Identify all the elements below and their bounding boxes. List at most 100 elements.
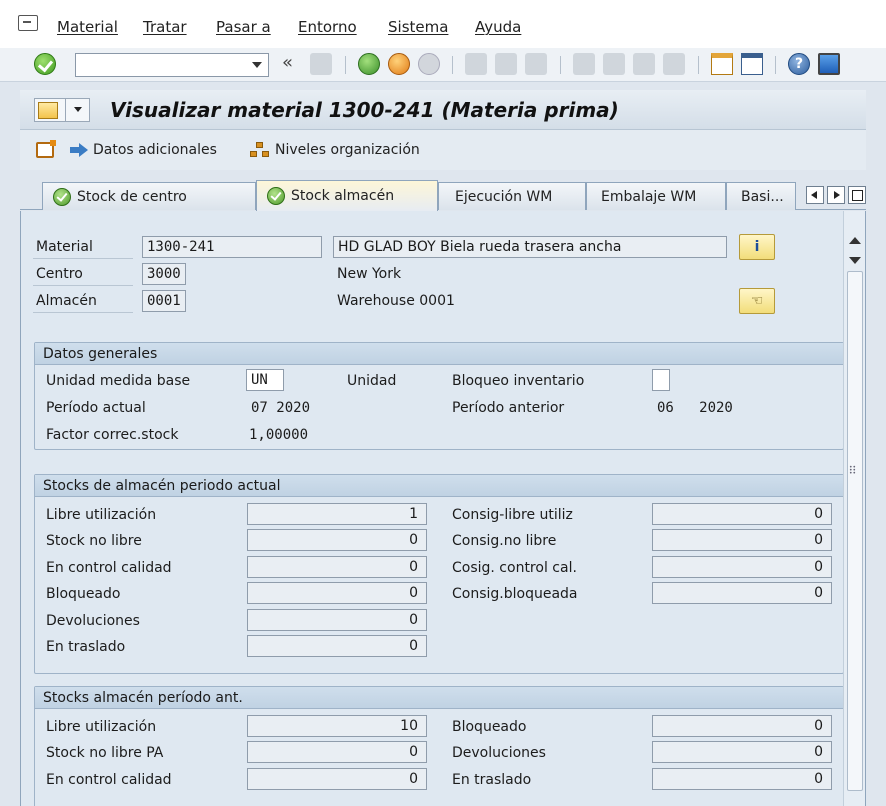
- print-icon[interactable]: [465, 53, 487, 75]
- unidad-field[interactable]: UN: [246, 369, 284, 391]
- find-icon[interactable]: [495, 53, 517, 75]
- stock-libre-field[interactable]: 1: [247, 503, 427, 525]
- org-hierarchy-icon: [250, 142, 270, 158]
- stock-traslado-field[interactable]: 0: [247, 635, 427, 657]
- menu-entorno[interactable]: Entorno: [298, 18, 357, 36]
- tab-scroll-right-icon[interactable]: [827, 186, 845, 204]
- menu-tratar[interactable]: Tratar: [143, 18, 187, 36]
- material-description-field[interactable]: HD GLAD BOY Biela rueda trasera ancha: [333, 236, 727, 258]
- group-title: Stocks de almacén periodo actual: [35, 475, 843, 497]
- centro-description: New York: [337, 266, 402, 282]
- centro-label: Centro: [36, 266, 83, 282]
- menu-ayuda[interactable]: Ayuda: [475, 18, 521, 36]
- tab-stock-almacen[interactable]: Stock almacén: [256, 180, 438, 211]
- toolbar-separator: [452, 56, 453, 74]
- create-session-icon[interactable]: [711, 53, 733, 75]
- menu-button-divider: [65, 99, 66, 121]
- shortcut-icon[interactable]: [741, 53, 763, 75]
- title-bar: Visualizar material 1300-241 (Materia pr…: [20, 90, 866, 130]
- command-field[interactable]: [75, 53, 269, 77]
- org-levels-label: Niveles organización: [275, 142, 420, 158]
- stock-ant-bloqueado-field[interactable]: 0: [652, 715, 832, 737]
- help-icon[interactable]: ?: [788, 53, 810, 75]
- vertical-scrollbar[interactable]: •• •• ••: [843, 211, 865, 806]
- back-icon[interactable]: [358, 53, 380, 75]
- group-title: Datos generales: [35, 343, 843, 365]
- tab-strip: Stock de centro Stock almacén Ejecución …: [20, 178, 866, 211]
- menu-sistema[interactable]: Sistema: [388, 18, 448, 36]
- system-menu-icon[interactable]: [18, 15, 38, 31]
- scrollbar-grip: •• •• ••: [849, 464, 857, 477]
- chevron-down-icon[interactable]: [252, 62, 262, 68]
- bloqueo-checkbox[interactable]: [652, 369, 670, 391]
- screen-menu-button[interactable]: [34, 98, 90, 122]
- stock-ant-no-libre-field[interactable]: 0: [247, 741, 427, 763]
- check-icon: [53, 187, 71, 206]
- scroll-down-icon[interactable]: [849, 257, 861, 264]
- tab-label: Stock almacén: [291, 188, 395, 204]
- tab-stock-centro[interactable]: Stock de centro: [42, 182, 256, 210]
- other-material-button[interactable]: [36, 140, 56, 158]
- stock-row-label: Stock no libre: [46, 533, 142, 549]
- toolbar-separator: [775, 56, 776, 74]
- other-object-icon: [36, 140, 56, 158]
- material-field[interactable]: 1300-241: [142, 236, 322, 258]
- menu-pasar-a[interactable]: Pasar a: [216, 18, 271, 36]
- cancel-icon[interactable]: [418, 53, 440, 75]
- centro-field[interactable]: 3000: [142, 263, 186, 285]
- collapse-command-icon[interactable]: «: [282, 53, 298, 75]
- toolbar-separator: [560, 56, 561, 74]
- scroll-up-icon[interactable]: [849, 237, 861, 244]
- find-next-icon[interactable]: [525, 53, 547, 75]
- tab-basico[interactable]: Basi...: [726, 182, 796, 210]
- consig-no-libre-field[interactable]: 0: [652, 529, 832, 551]
- tab-scroll-left-icon[interactable]: [806, 186, 824, 204]
- almacen-field[interactable]: 0001: [142, 290, 186, 312]
- stock-control-calidad-field[interactable]: 0: [247, 556, 427, 578]
- toolbar-separator: [345, 56, 346, 74]
- periodo-actual-value: 07 2020: [251, 400, 311, 416]
- stock-ant-row-label: En control calidad: [46, 772, 172, 788]
- menu-material[interactable]: Material: [57, 18, 118, 36]
- tab-ejecucion-wm[interactable]: Ejecución WM: [438, 182, 586, 210]
- hand-icon[interactable]: ☜: [739, 288, 775, 314]
- additional-data-button[interactable]: Datos adicionales: [70, 142, 217, 158]
- stock-ant-libre-field[interactable]: 10: [247, 715, 427, 737]
- tab-embalaje-wm[interactable]: Embalaje WM: [586, 182, 726, 210]
- enter-icon[interactable]: [34, 53, 56, 75]
- consig-control-cal-field[interactable]: 0: [652, 556, 832, 578]
- stock-devoluciones-field[interactable]: 0: [247, 609, 427, 631]
- group-title: Stocks almacén período ant.: [35, 687, 843, 709]
- stock-ant-row-label: Devoluciones: [452, 745, 546, 761]
- toolbar-separator: [698, 56, 699, 74]
- tab-list-icon[interactable]: [848, 186, 866, 204]
- consig-row-label: Consig.bloqueada: [452, 586, 578, 602]
- stock-bloqueado-field[interactable]: 0: [247, 582, 427, 604]
- layout-icon[interactable]: [818, 53, 840, 75]
- content-panel: Material 1300-241 HD GLAD BOY Biela rued…: [20, 211, 866, 806]
- periodo-actual-label: Período actual: [46, 400, 146, 416]
- stock-row-label: En control calidad: [46, 560, 172, 576]
- tab-label: Stock de centro: [77, 188, 187, 205]
- consig-row-label: Consig.no libre: [452, 533, 557, 549]
- menu-icon: [38, 102, 58, 119]
- scrollbar-thumb[interactable]: [847, 271, 863, 791]
- unidad-label: Unidad medida base: [46, 373, 191, 389]
- last-page-icon[interactable]: [663, 53, 685, 75]
- stock-ant-control-calidad-field[interactable]: 0: [247, 768, 427, 790]
- save-icon[interactable]: [310, 53, 332, 75]
- consig-libre-field[interactable]: 0: [652, 503, 832, 525]
- stock-ant-devoluciones-field[interactable]: 0: [652, 741, 832, 763]
- exit-icon[interactable]: [388, 53, 410, 75]
- tab-label: Ejecución WM: [455, 188, 553, 205]
- consig-bloqueada-field[interactable]: 0: [652, 582, 832, 604]
- info-icon[interactable]: i: [739, 234, 775, 260]
- stock-no-libre-field[interactable]: 0: [247, 529, 427, 551]
- stock-ant-traslado-field[interactable]: 0: [652, 768, 832, 790]
- prev-page-icon[interactable]: [603, 53, 625, 75]
- stock-row-label: Libre utilización: [46, 507, 157, 523]
- stock-ant-row-label: En traslado: [452, 772, 532, 788]
- next-page-icon[interactable]: [633, 53, 655, 75]
- org-levels-button[interactable]: Niveles organización: [250, 142, 420, 158]
- first-page-icon[interactable]: [573, 53, 595, 75]
